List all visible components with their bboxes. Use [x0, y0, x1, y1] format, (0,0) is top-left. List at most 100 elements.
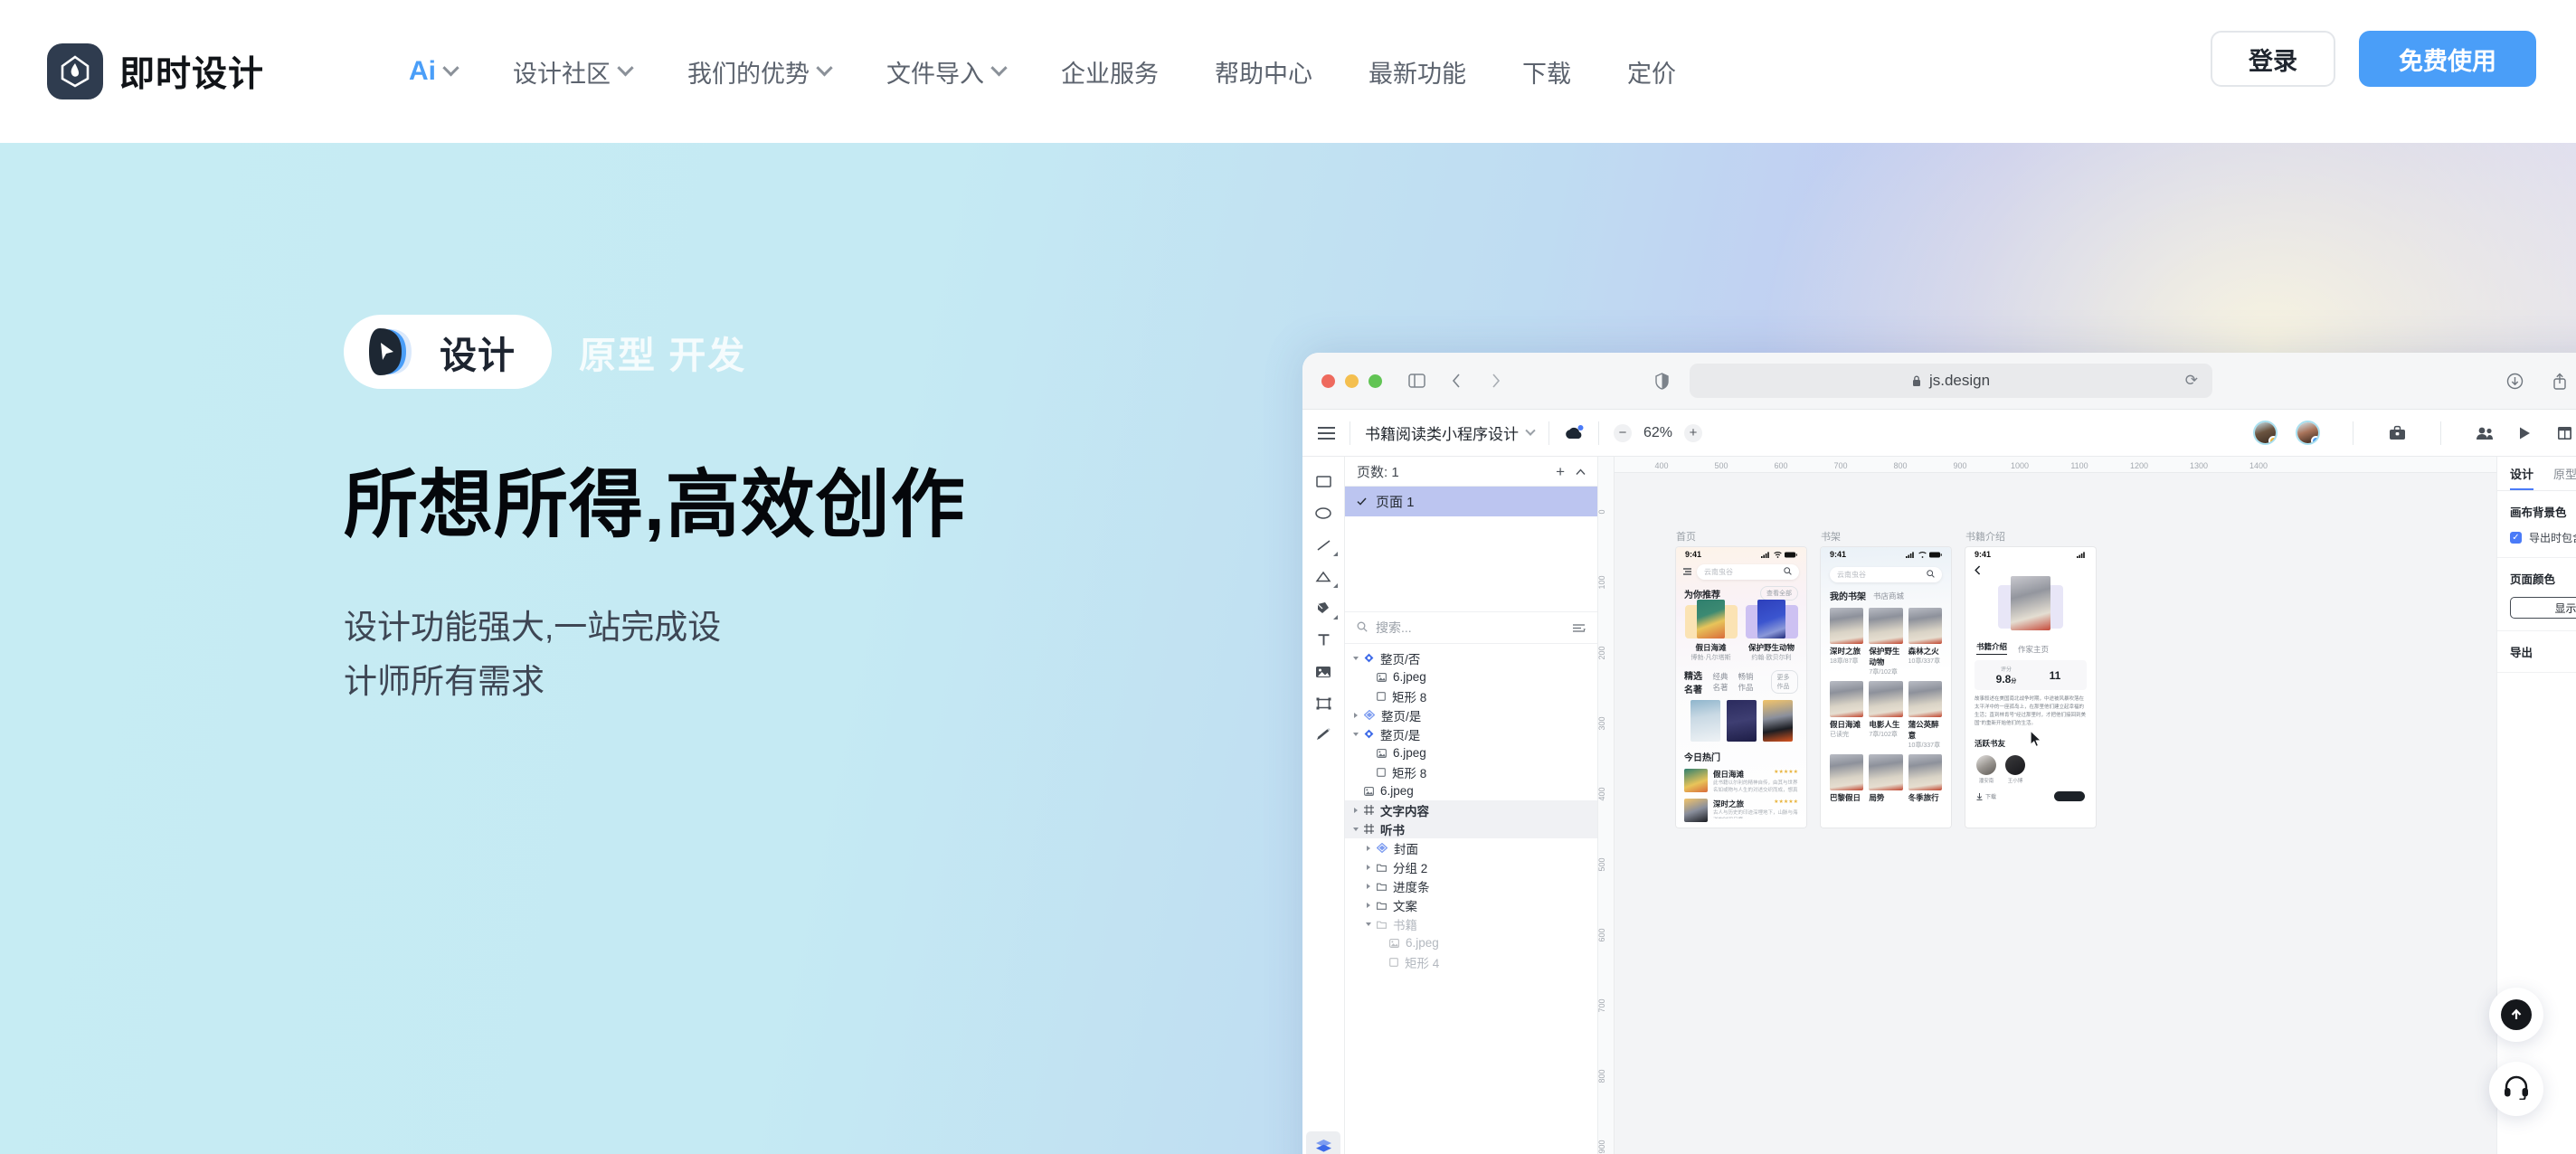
show-page-color-button[interactable]: 显示页面颜色 [2510, 597, 2576, 619]
book-card[interactable]: 森林之火 10章/337章 [1908, 608, 1942, 676]
brand-logo-link[interactable]: 即时设计 [47, 43, 264, 99]
zoom-out-button[interactable]: − [1614, 423, 1632, 442]
file-name-label[interactable]: 书籍阅读类小程序设计 [1365, 421, 1519, 444]
triangle-tool[interactable] [1306, 563, 1340, 591]
download-icon[interactable] [2504, 370, 2525, 392]
recommend-card[interactable]: 假日海滩 博勃·凡尔塔斯 [1684, 599, 1738, 662]
nav-item-pricing[interactable]: 定价 [1627, 54, 1676, 90]
nav-item-whats-new[interactable]: 最新功能 [1368, 54, 1466, 90]
free-trial-button[interactable]: 免费使用 [2359, 31, 2536, 87]
minimize-window-button[interactable] [1345, 374, 1359, 388]
layers-tool[interactable] [1306, 1131, 1340, 1154]
artboard-home[interactable]: 首页 9:41 云南虫谷 为你推荐 查看全部 假日海滩 博勃·凡尔塔斯 保护野生… [1676, 529, 1806, 828]
recommend-card[interactable]: 保护野生动物 约翰·欧贝尔利 [1745, 599, 1798, 662]
tab-design[interactable]: 设计 [2510, 465, 2534, 490]
layer-row[interactable]: 6.jpeg [1345, 933, 1597, 952]
read-now-button[interactable] [2054, 791, 2085, 802]
collaborator-avatar[interactable] [2253, 421, 2278, 445]
menu-icon[interactable] [1683, 563, 1692, 580]
friend-item[interactable]: 潘安南 [1976, 755, 1996, 784]
layer-row[interactable]: 听书 [1345, 819, 1597, 838]
layer-row[interactable]: 6.jpeg [1345, 743, 1597, 762]
book-card[interactable]: 蒲公英醉意 10章/337章 [1908, 681, 1942, 750]
book-card[interactable]: 巴黎假日 [1830, 754, 1864, 803]
invite-people-icon[interactable] [2474, 422, 2496, 444]
sidebar-icon[interactable] [1406, 370, 1427, 392]
layer-row[interactable]: 6.jpeg [1345, 667, 1597, 686]
see-all-button[interactable]: 查看全部 [1760, 586, 1798, 601]
toolbox-icon[interactable] [2386, 422, 2408, 444]
tab-book-intro[interactable]: 书籍介绍 [1976, 641, 2008, 655]
section-tab[interactable]: 经典名著 [1713, 671, 1731, 693]
layer-row[interactable]: 整页/是 [1345, 705, 1597, 724]
support-button[interactable] [2489, 1062, 2543, 1116]
book-poster[interactable] [1762, 700, 1793, 742]
search-icon[interactable] [1784, 566, 1792, 577]
play-icon[interactable] [2514, 422, 2535, 444]
section-tab[interactable]: 畅销作品 [1738, 671, 1757, 693]
layer-row[interactable]: 分组 2 [1345, 857, 1597, 876]
nav-item-ai[interactable]: Ai [409, 56, 459, 87]
collaborator-avatar[interactable] [2296, 421, 2320, 445]
download-action[interactable]: 下载 [1976, 792, 1996, 800]
shield-icon[interactable] [1651, 370, 1672, 392]
layer-disclosure-arrow[interactable] [1354, 807, 1358, 813]
pencil-tool[interactable] [1306, 721, 1340, 749]
scroll-to-top-button[interactable] [2489, 988, 2543, 1042]
layer-disclosure-arrow[interactable] [1367, 864, 1370, 870]
home-search-input[interactable]: 云南虫谷 [1697, 563, 1799, 580]
chevron-down-icon[interactable] [1525, 425, 1536, 436]
ellipse-tool[interactable] [1306, 499, 1340, 527]
nav-item-enterprise[interactable]: 企业服务 [1061, 54, 1159, 90]
tab-author-page[interactable]: 作家主页 [2018, 644, 2049, 655]
layer-disclosure-arrow[interactable] [1353, 732, 1359, 736]
book-card[interactable]: 局势 [1869, 754, 1903, 803]
filter-icon[interactable] [1573, 620, 1586, 635]
tab-store[interactable]: 书店商城 [1873, 591, 1904, 601]
tool-expand-caret[interactable] [1333, 552, 1338, 556]
page-item-1[interactable]: 页面 1 [1345, 487, 1597, 516]
maximize-window-button[interactable] [1368, 374, 1382, 388]
pen-tool[interactable] [1306, 594, 1340, 622]
artboard-book-detail[interactable]: 书籍介绍 9:41 书籍介绍 作家主页 评分 9.8分 11 故事叙述在美国南北… [1965, 529, 2096, 828]
search-input[interactable]: 搜索... [1376, 619, 1565, 637]
chevron-up-icon[interactable] [1576, 464, 1586, 479]
shelf-search-input[interactable]: 云南虫谷 [1830, 567, 1942, 582]
image-tool[interactable] [1306, 657, 1340, 686]
zoom-in-button[interactable]: + [1684, 423, 1703, 442]
layer-row[interactable]: 文案 [1345, 895, 1597, 914]
layer-row[interactable]: 矩形 8 [1345, 686, 1597, 705]
share-icon[interactable] [2549, 370, 2571, 392]
chevron-right-icon[interactable] [1485, 370, 1507, 392]
hot-item[interactable]: 深时之旅 ★★★★★ 古人与历史的印迹深埋地下，山脉与海洋的时间尺度。 [1676, 799, 1806, 822]
nav-item-community[interactable]: 设计社区 [513, 54, 634, 90]
reload-icon[interactable]: ⟳ [2185, 372, 2198, 390]
book-card[interactable]: 电影人生 7章/102章 [1869, 681, 1903, 750]
frame-tool[interactable] [1306, 689, 1340, 717]
browser-url-bar[interactable]: js.design ⟳ [1690, 364, 2212, 398]
layer-row[interactable]: 6.jpeg [1345, 781, 1597, 800]
nav-item-download[interactable]: 下载 [1522, 54, 1571, 90]
chevron-left-icon[interactable] [1445, 370, 1467, 392]
text-tool[interactable] [1306, 626, 1340, 654]
layer-disclosure-arrow[interactable] [1366, 922, 1371, 926]
layer-disclosure-arrow[interactable] [1353, 827, 1359, 831]
tool-expand-caret[interactable] [1333, 615, 1338, 620]
layer-disclosure-arrow[interactable] [1353, 656, 1359, 660]
canvas-artboards-area[interactable]: 首页 9:41 云南虫谷 为你推荐 查看全部 假日海滩 博勃·凡尔塔斯 保护野生… [1615, 473, 2496, 1154]
layer-row[interactable]: 整页/是 [1345, 724, 1597, 743]
layer-disclosure-arrow[interactable] [1367, 845, 1370, 851]
close-window-button[interactable] [1321, 374, 1335, 388]
layer-row[interactable]: 进度条 [1345, 876, 1597, 895]
design-canvas[interactable]: 400 500 600 700 800 900 1000 1100 1200 1300 1400 0… [1598, 457, 2496, 1154]
tab-my-shelf[interactable]: 我的书架 [1830, 589, 1866, 602]
book-card[interactable]: 保护野生动物 7章/102章 [1869, 608, 1903, 676]
more-works-button[interactable]: 更多作品 [1770, 670, 1798, 694]
book-poster[interactable] [1690, 700, 1720, 742]
hot-item[interactable]: 假日海滩 ★★★★★ 此书籍以尔利的精神自传，由其与世界名如或物与人生的对述交织而… [1676, 769, 1806, 794]
layout-icon[interactable] [2553, 422, 2575, 444]
layer-row[interactable]: 书籍 [1345, 914, 1597, 933]
hamburger-icon[interactable] [1318, 426, 1335, 440]
layer-row[interactable]: 矩形 8 [1345, 762, 1597, 781]
cloud-sync-icon[interactable] [1564, 424, 1584, 442]
